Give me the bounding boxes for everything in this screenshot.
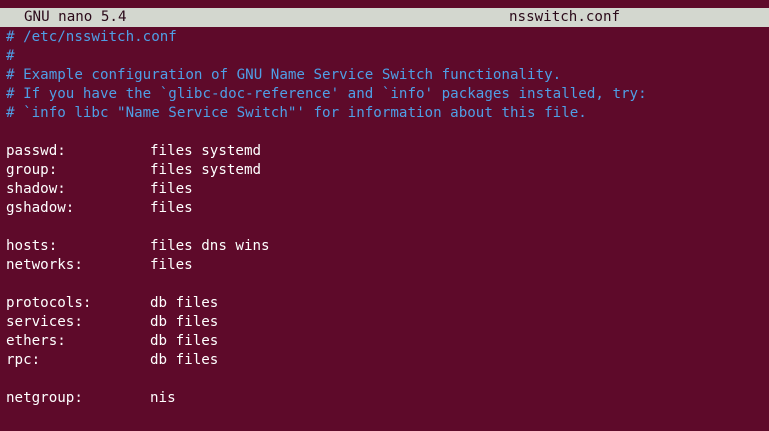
- file-name-label: nsswitch.conf: [509, 9, 621, 25]
- config-line-networks[interactable]: networks: files: [6, 256, 766, 275]
- config-key: gshadow:: [6, 200, 75, 216]
- text-buffer[interactable]: # /etc/nsswitch.conf # # Example configu…: [6, 28, 766, 408]
- config-value: db files: [150, 333, 219, 349]
- config-line-rpc[interactable]: rpc: db files: [6, 351, 766, 370]
- config-key: passwd:: [6, 143, 66, 159]
- nano-title-bar: GNU nano 5.4 nsswitch.conf: [0, 8, 769, 27]
- config-key: ethers:: [6, 333, 66, 349]
- config-line-gshadow[interactable]: gshadow: files: [6, 199, 766, 218]
- config-value: files systemd: [150, 162, 262, 178]
- config-key: networks:: [6, 257, 83, 273]
- blank-line[interactable]: [6, 218, 766, 237]
- config-value: db files: [150, 352, 219, 368]
- config-value: db files: [150, 314, 219, 330]
- config-key: hosts:: [6, 238, 58, 254]
- comment-line[interactable]: #: [6, 47, 766, 66]
- config-value: files: [150, 200, 193, 216]
- config-key: netgroup:: [6, 390, 83, 406]
- config-key: shadow:: [6, 181, 66, 197]
- config-key: services:: [6, 314, 83, 330]
- config-value: db files: [150, 295, 219, 311]
- config-value: files: [150, 257, 193, 273]
- config-line-hosts[interactable]: hosts: files dns wins: [6, 237, 766, 256]
- config-key: rpc:: [6, 352, 41, 368]
- app-version-label: GNU nano 5.4: [24, 9, 127, 25]
- config-value: files: [150, 181, 193, 197]
- blank-line[interactable]: [6, 123, 766, 142]
- comment-line[interactable]: # /etc/nsswitch.conf: [6, 28, 766, 47]
- comment-line[interactable]: # Example configuration of GNU Name Serv…: [6, 66, 766, 85]
- config-key: protocols:: [6, 295, 92, 311]
- config-key: group:: [6, 162, 58, 178]
- comment-line[interactable]: # If you have the `glibc-doc-reference' …: [6, 85, 766, 104]
- config-line-ethers[interactable]: ethers: db files: [6, 332, 766, 351]
- config-line-protocols[interactable]: protocols: db files: [6, 294, 766, 313]
- blank-line[interactable]: [6, 370, 766, 389]
- config-line-passwd[interactable]: passwd: files systemd: [6, 142, 766, 161]
- config-line-services[interactable]: services: db files: [6, 313, 766, 332]
- nano-editor-window: GNU nano 5.4 nsswitch.conf # /etc/nsswit…: [0, 0, 769, 431]
- config-value: nis: [150, 390, 176, 406]
- comment-line[interactable]: # `info libc "Name Service Switch"' for …: [6, 104, 766, 123]
- config-line-netgroup[interactable]: netgroup: nis: [6, 389, 766, 408]
- config-line-group[interactable]: group: files systemd: [6, 161, 766, 180]
- config-value: files systemd: [150, 143, 262, 159]
- config-line-shadow[interactable]: shadow: files: [6, 180, 766, 199]
- config-value: files dns wins: [150, 238, 270, 254]
- blank-line[interactable]: [6, 275, 766, 294]
